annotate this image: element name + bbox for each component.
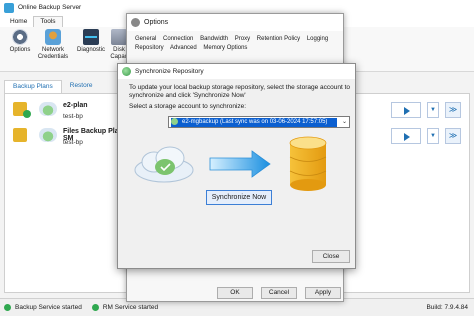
app-title: Online Backup Server (18, 4, 82, 11)
folder-icon (13, 128, 27, 142)
options-buttons: OK Cancel Apply (217, 287, 341, 299)
plan-row-files-backup[interactable]: Files Backup Plan SM test-bp (11, 126, 131, 150)
chevron-down-icon[interactable]: ▼ (427, 102, 439, 118)
build-version: Build: 7.9.4.84 (426, 304, 468, 311)
sync-title: Synchronize Repository (135, 68, 204, 75)
sync-icon (122, 67, 131, 76)
plan-storage: test-bp (63, 113, 83, 120)
diagnostic-button[interactable]: Diagnostic (74, 29, 108, 54)
tab-memory-options[interactable]: Memory Options (203, 45, 247, 51)
synchronize-now-button[interactable]: Synchronize Now (206, 190, 272, 205)
run-plan-button[interactable] (391, 102, 421, 118)
selected-account: e2-mgbackup (Last sync was on 03-06-2024… (171, 118, 337, 127)
chevron-down-icon[interactable]: ⌄ (342, 118, 347, 125)
disk-icon (111, 29, 127, 45)
close-button[interactable]: Close (312, 250, 350, 263)
tab-retention-policy[interactable]: Retention Policy (257, 36, 300, 42)
synchronize-dialog: Synchronize Repository To update your lo… (117, 63, 356, 269)
rm-service-status: RM Service started (102, 304, 159, 311)
options-icon (131, 18, 140, 27)
cloud-storage-icon (134, 146, 194, 183)
sync-description: To update your local backup storage repo… (129, 84, 351, 99)
diagnostic-label: Diagnostic (76, 47, 105, 53)
cloud-storage-icon (39, 128, 57, 142)
diagnostic-icon (83, 29, 99, 45)
cancel-button[interactable]: Cancel (261, 287, 297, 299)
tab-backup-plans[interactable]: Backup Plans (4, 80, 62, 93)
plan-storage: test-bp (63, 139, 83, 146)
tab-proxy[interactable]: Proxy (235, 36, 250, 42)
tab-connection[interactable]: Connection (163, 36, 193, 42)
network-credentials-button[interactable]: Network Credentials (36, 29, 70, 61)
expand-icon[interactable]: ≫ (445, 128, 461, 144)
network-credentials-label: Network Credentials (37, 47, 69, 60)
storage-account-select[interactable]: e2-mgbackup (Last sync was on 03-06-2024… (168, 116, 350, 128)
options-ribbon-button[interactable]: Options (6, 29, 34, 54)
status-ok-icon (4, 304, 11, 311)
plan-controls: ▼ ≫ (391, 102, 461, 118)
app-logo-icon (4, 2, 14, 13)
options-tabs: General Connection Bandwidth Proxy Reten… (135, 35, 345, 53)
plan-name: e2-plan (63, 102, 88, 109)
tab-home[interactable]: Home (4, 17, 34, 27)
apply-button[interactable]: Apply (305, 287, 341, 299)
tab-general[interactable]: General (135, 36, 156, 42)
cloud-account-icon (171, 118, 178, 125)
options-title: Options (144, 19, 169, 26)
tab-tools[interactable]: Tools (33, 16, 63, 27)
tab-advanced[interactable]: Advanced (170, 45, 197, 51)
options-ribbon-label: Options (9, 47, 31, 53)
tab-logging[interactable]: Logging (307, 36, 328, 42)
account-select-label: Select a storage account to synchronize: (129, 103, 247, 110)
success-check-icon (23, 110, 31, 118)
backup-service-status: Backup Service started (15, 304, 82, 311)
database-icon (289, 136, 327, 191)
tab-repository[interactable]: Repository (135, 45, 164, 51)
plan-controls: ▼ ≫ (391, 128, 461, 144)
options-titlebar: Options (127, 14, 343, 31)
tab-restore[interactable]: Restore (62, 80, 101, 93)
arrow-right-icon (209, 150, 271, 178)
network-icon (45, 29, 61, 45)
expand-icon[interactable]: ≫ (445, 102, 461, 118)
ok-button[interactable]: OK (217, 287, 253, 299)
gear-icon (12, 29, 28, 45)
plan-row-e2-plan[interactable]: e2-plan test-bp (11, 100, 131, 124)
run-plan-button[interactable] (391, 128, 421, 144)
chevron-down-icon[interactable]: ▼ (427, 128, 439, 144)
status-ok-icon (91, 304, 99, 311)
sync-titlebar: Synchronize Repository (118, 64, 355, 79)
cloud-storage-icon (39, 102, 57, 116)
tab-bandwidth[interactable]: Bandwidth (200, 36, 228, 42)
